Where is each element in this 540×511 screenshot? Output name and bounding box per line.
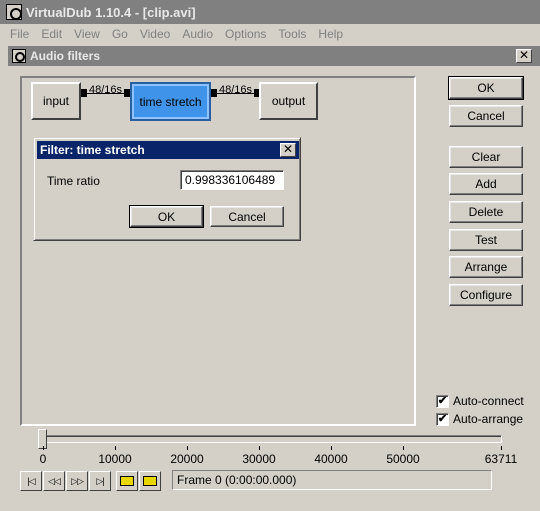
menu-audio[interactable]: Audio	[176, 27, 219, 41]
filter-node-output[interactable]: output	[259, 82, 318, 120]
tick-label: 10000	[98, 452, 132, 466]
auto-arrange-checkbox-row[interactable]: ✔ Auto-arrange	[436, 412, 523, 426]
menu-bar: File Edit View Go Video Audio Options To…	[0, 24, 540, 44]
time-stretch-filter-dialog: Filter: time stretch ✕ Time ratio 0.9983…	[33, 137, 301, 241]
go-start-button[interactable]: |◁	[20, 471, 42, 491]
audio-filters-title-bar[interactable]: Audio filters ✕	[8, 46, 540, 66]
test-button[interactable]: Test	[449, 229, 523, 251]
auto-connect-label: Auto-connect	[453, 394, 524, 408]
edge-label-input-to-stretch: 48/16s	[89, 84, 123, 96]
test-button-label: Test	[474, 233, 497, 247]
auto-connect-checkbox-row[interactable]: ✔ Auto-connect	[436, 394, 524, 408]
menu-view[interactable]: View	[68, 27, 106, 41]
tick-label: 50000	[386, 452, 420, 466]
filter-node-input-label: input	[42, 94, 70, 108]
filter-node-output-label: output	[271, 94, 306, 108]
tick-mark	[43, 446, 44, 450]
add-button[interactable]: Add	[449, 173, 523, 195]
menu-edit[interactable]: Edit	[35, 27, 68, 41]
prev-keyframe-button[interactable]	[116, 471, 138, 491]
add-button-label: Add	[475, 177, 497, 191]
delete-button[interactable]: Delete	[449, 201, 523, 223]
next-keyframe-icon	[143, 476, 157, 486]
filter-cancel-label: Cancel	[228, 209, 266, 224]
tick-mark	[331, 446, 332, 450]
next-frame-button[interactable]: ▷▷	[66, 471, 88, 491]
ok-button-label: OK	[477, 81, 495, 95]
filter-graph-canvas[interactable]	[20, 76, 416, 426]
cancel-button[interactable]: Cancel	[449, 105, 523, 127]
time-ratio-label: Time ratio	[47, 174, 100, 188]
audio-filters-dialog-icon	[12, 49, 26, 63]
main-window-title: VirtualDub 1.10.4 - [clip.avi]	[26, 4, 196, 20]
edge-label-stretch-to-output: 48/16s	[219, 84, 253, 96]
go-end-button[interactable]: ▷|	[89, 471, 111, 491]
prev-keyframe-icon	[120, 476, 134, 486]
menu-video[interactable]: Video	[134, 27, 176, 41]
auto-arrange-checkbox[interactable]: ✔	[436, 412, 449, 426]
filter-ok-button[interactable]: OK	[129, 205, 204, 228]
next-keyframe-button[interactable]	[139, 471, 161, 491]
virtualdub-app-icon	[6, 4, 22, 20]
go-start-icon: |◁	[27, 475, 35, 486]
audio-filters-close-button[interactable]: ✕	[516, 49, 532, 63]
clear-button[interactable]: Clear	[449, 146, 523, 168]
filter-ok-label: OK	[157, 209, 176, 224]
time-stretch-close-button[interactable]: ✕	[280, 143, 296, 157]
time-stretch-dialog-title: Filter: time stretch	[40, 143, 145, 157]
menu-tools[interactable]: Tools	[272, 27, 312, 41]
tick-label: 0	[39, 452, 47, 466]
audio-filters-title: Audio filters	[30, 49, 101, 63]
filter-node-input[interactable]: input	[31, 82, 81, 120]
configure-button[interactable]: Configure	[449, 284, 523, 306]
menu-file[interactable]: File	[4, 27, 35, 41]
time-ratio-input[interactable]: 0.998336106489	[180, 170, 284, 190]
filter-cancel-button[interactable]: Cancel	[210, 206, 284, 227]
tick-mark	[259, 446, 260, 450]
tick-mark	[403, 446, 404, 450]
time-stretch-dialog-title-bar[interactable]: Filter: time stretch ✕	[37, 141, 299, 159]
cancel-button-label: Cancel	[467, 109, 505, 123]
go-end-icon: ▷|	[96, 475, 104, 486]
frame-status: Frame 0 (0:00:00.000)	[172, 470, 492, 490]
tick-label: 40000	[314, 452, 348, 466]
arrange-button[interactable]: Arrange	[449, 256, 523, 278]
prev-frame-button[interactable]: ◁◁	[43, 471, 65, 491]
tick-mark	[115, 446, 116, 450]
configure-button-label: Configure	[459, 288, 513, 302]
filter-node-time-stretch-label: time stretch	[139, 94, 202, 109]
prev-frame-icon: ◁◁	[48, 475, 61, 486]
menu-help[interactable]: Help	[312, 27, 349, 41]
main-window-title-bar[interactable]: VirtualDub 1.10.4 - [clip.avi]	[0, 0, 540, 24]
tick-label: 30000	[242, 452, 276, 466]
auto-connect-checkbox[interactable]: ✔	[436, 394, 449, 408]
timeline-track[interactable]	[40, 435, 502, 443]
tick-mark	[501, 446, 502, 450]
tick-mark	[187, 446, 188, 450]
ok-button[interactable]: OK	[448, 76, 524, 100]
clear-button-label: Clear	[471, 150, 501, 164]
filter-node-time-stretch[interactable]: time stretch	[130, 82, 211, 121]
delete-button-label: Delete	[468, 205, 504, 219]
menu-options[interactable]: Options	[219, 27, 272, 41]
arrange-button-label: Arrange	[464, 260, 508, 274]
tick-label: 20000	[170, 452, 204, 466]
tick-label: 63711	[484, 452, 518, 466]
auto-arrange-label: Auto-arrange	[453, 412, 524, 426]
menu-go[interactable]: Go	[106, 27, 134, 41]
next-frame-icon: ▷▷	[71, 475, 84, 486]
